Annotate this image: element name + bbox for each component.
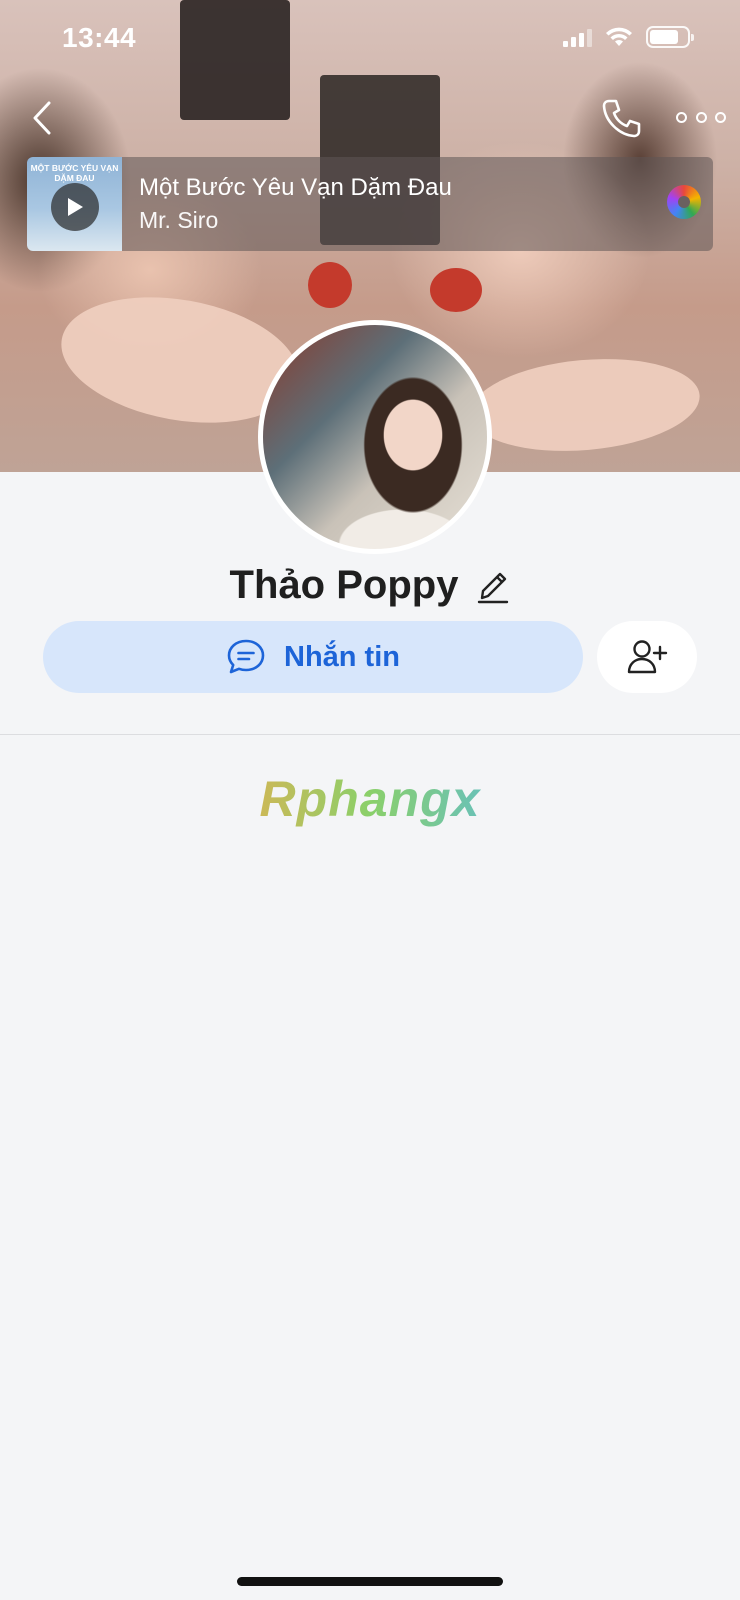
status-icons [563,26,694,48]
watermark-logo: Rphangx [0,770,740,828]
music-disc-icon[interactable] [667,185,701,219]
home-indicator[interactable] [237,1577,503,1586]
profile-name-row: Thảo Poppy [0,555,740,615]
status-bar: 13:44 [0,0,740,80]
cellular-signal-icon [563,27,592,47]
song-artist: Mr. Siro [139,207,219,233]
chevron-left-icon [33,101,51,135]
section-divider [0,734,740,735]
dot [715,111,726,123]
wifi-icon [606,27,632,46]
profile-music-bar[interactable]: MỘT BƯỚC YÊU VẠN DẶM ĐAU Một Bước Yêu Vạ… [27,157,713,251]
play-button[interactable] [51,183,99,231]
add-user-icon [627,640,668,674]
pencil-icon[interactable] [476,565,510,605]
battery-icon [646,26,694,48]
music-info: Một Bước Yêu Vạn Dặm Đau Mr. Siro [139,172,452,236]
cover-detail [430,268,482,312]
chat-bubble-icon [227,639,265,674]
phone-icon [602,99,641,138]
back-button[interactable] [24,96,60,140]
add-friend-button[interactable] [597,621,697,693]
album-art: MỘT BƯỚC YÊU VẠN DẶM ĐAU [27,157,122,251]
avatar[interactable] [258,320,492,554]
dot [676,111,687,123]
message-button-label: Nhắn tin [284,640,400,673]
status-time: 13:44 [62,22,137,53]
play-icon [68,198,83,216]
cover-detail [466,350,704,460]
dot [695,111,707,123]
album-art-text: MỘT BƯỚC YÊU VẠN DẶM ĐAU [30,163,119,183]
song-title: Một Bước Yêu Vạn Dặm Đau [139,174,452,201]
profile-name: Thảo Poppy [229,562,459,607]
message-button[interactable]: Nhắn tin [43,621,583,693]
more-options-button[interactable] [676,100,726,134]
cover-detail [308,262,352,308]
call-button[interactable] [600,96,644,140]
